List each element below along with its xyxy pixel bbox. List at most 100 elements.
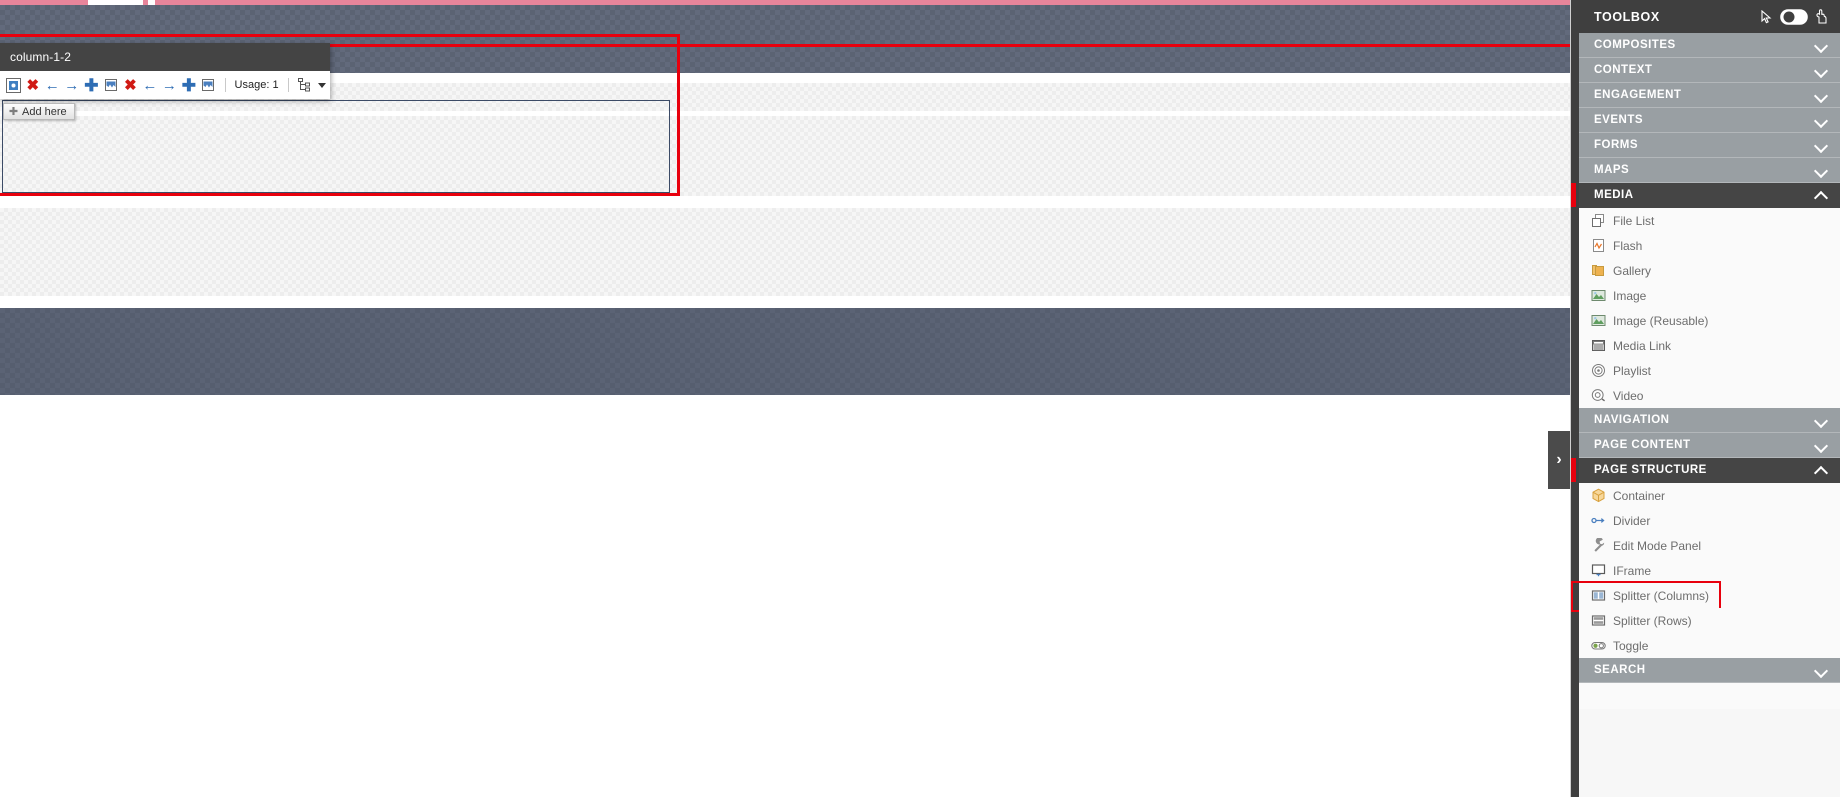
toolbox-item-splitter-rows[interactable]: Splitter (Rows) bbox=[1579, 608, 1840, 633]
toolbox-item-flash[interactable]: Flash bbox=[1579, 233, 1840, 258]
component-title: column-1-2 bbox=[0, 43, 330, 71]
toolbox-item-iframe[interactable]: IFrame bbox=[1579, 558, 1840, 583]
paste-parent-icon[interactable] bbox=[199, 75, 218, 96]
splitter-rows-icon bbox=[1589, 613, 1607, 629]
component-action-toolbar[interactable]: ✖ ← → ✚ ✖ ← → ✚ Usage: 1 bbox=[0, 71, 330, 99]
toolbox-item-image[interactable]: Image bbox=[1579, 283, 1840, 308]
chevron-down-icon[interactable] bbox=[1815, 64, 1828, 77]
move-parent-right-icon[interactable]: → bbox=[160, 75, 179, 96]
toolbox-item-label: Gallery bbox=[1613, 263, 1652, 278]
canvas-empty-area bbox=[0, 395, 1570, 797]
image-icon bbox=[1589, 313, 1607, 329]
toolbox-group-media[interactable]: MEDIA bbox=[1571, 183, 1840, 208]
toggle-icon bbox=[1589, 638, 1607, 654]
toolbox-group-label: PAGE STRUCTURE bbox=[1594, 464, 1707, 476]
toolbar-divider-2 bbox=[287, 78, 289, 92]
toolbox-item-label: Image bbox=[1613, 288, 1647, 303]
toolbox-item-label: Flash bbox=[1613, 238, 1643, 253]
move-parent-left-icon[interactable]: ← bbox=[141, 75, 160, 96]
tree-icon[interactable] bbox=[295, 75, 314, 96]
gallery-icon bbox=[1589, 263, 1607, 279]
toolbox-scroll-rail[interactable] bbox=[1571, 33, 1579, 797]
toolbox-item-image-reusable[interactable]: Image (Reusable) bbox=[1579, 308, 1840, 333]
canvas-gap-3 bbox=[0, 196, 1570, 208]
toolbox-item-toggle[interactable]: Toggle bbox=[1579, 633, 1840, 658]
toolbox-item-media-link[interactable]: Media Link bbox=[1579, 333, 1840, 358]
properties-icon[interactable] bbox=[4, 75, 23, 96]
toolbox-item-video[interactable]: Video bbox=[1579, 383, 1840, 408]
toolbox-panel[interactable]: TOOLBOX COMPOSITES CONTEXT ENGAGEMENT EV… bbox=[1570, 0, 1840, 797]
canvas-footer-band bbox=[0, 308, 1570, 395]
toolbar-divider-1 bbox=[224, 78, 226, 92]
media-link-icon bbox=[1589, 338, 1607, 354]
toolbox-group-search[interactable]: SEARCH bbox=[1579, 658, 1840, 683]
cursor-icon[interactable] bbox=[1761, 9, 1773, 24]
chevron-down-icon[interactable] bbox=[1815, 439, 1828, 452]
toolbox-group-navigation[interactable]: NAVIGATION bbox=[1579, 408, 1840, 433]
chevron-down-icon[interactable] bbox=[1815, 139, 1828, 152]
add-here-button[interactable]: ✚ Add here bbox=[3, 103, 75, 120]
toolbox-group-composites[interactable]: COMPOSITES bbox=[1579, 33, 1840, 58]
toolbox-item-splitter-columns[interactable]: Splitter (Columns) bbox=[1571, 581, 1840, 612]
toolbox-item-label: Video bbox=[1613, 388, 1644, 403]
move-left-icon[interactable]: ← bbox=[43, 75, 62, 96]
toolbox-group-label: EVENTS bbox=[1594, 114, 1644, 126]
sparkle-icon: ✚ bbox=[8, 106, 19, 118]
toolbox-group-forms[interactable]: FORMS bbox=[1579, 133, 1840, 158]
toolbox-group-engagement[interactable]: ENGAGEMENT bbox=[1579, 83, 1840, 108]
chevron-down-icon[interactable] bbox=[1815, 164, 1828, 177]
toolbox-group-context[interactable]: CONTEXT bbox=[1579, 58, 1840, 83]
hand-icon[interactable] bbox=[1815, 9, 1828, 24]
toolbox-header: TOOLBOX bbox=[1571, 0, 1840, 33]
toolbox-item-label: Edit Mode Panel bbox=[1613, 538, 1702, 553]
page-canvas[interactable]: column-1-2 ✖ ← → ✚ ✖ ← → ✚ Usage: 1 ✚ Ad… bbox=[0, 0, 1570, 797]
toolbox-group-label: SEARCH bbox=[1594, 664, 1646, 676]
toolbox-item-label: Toggle bbox=[1613, 638, 1649, 653]
page-editor-screen: column-1-2 ✖ ← → ✚ ✖ ← → ✚ Usage: 1 ✚ Ad… bbox=[0, 0, 1840, 797]
toolbox-item-label: Splitter (Rows) bbox=[1613, 613, 1692, 628]
toolbox-group-label: CONTEXT bbox=[1594, 64, 1653, 76]
wrench-icon bbox=[1589, 538, 1607, 554]
file-list-icon bbox=[1589, 213, 1607, 229]
chevron-down-icon[interactable] bbox=[1815, 664, 1828, 677]
add-parent-icon[interactable]: ✚ bbox=[180, 75, 199, 96]
chevron-down-icon[interactable] bbox=[1815, 89, 1828, 102]
toolbox-item-file-list[interactable]: File List bbox=[1579, 208, 1840, 233]
collapse-panel-handle[interactable]: › bbox=[1548, 431, 1570, 489]
move-right-icon[interactable]: → bbox=[63, 75, 82, 96]
toolbox-item-label: Divider bbox=[1613, 513, 1651, 528]
toolbox-group-label: FORMS bbox=[1594, 139, 1639, 151]
toolbox-group-page-structure[interactable]: PAGE STRUCTURE bbox=[1571, 458, 1840, 483]
toolbox-group-events[interactable]: EVENTS bbox=[1579, 108, 1840, 133]
toolbox-bottom-filler bbox=[1579, 683, 1840, 709]
chevron-down-icon[interactable] bbox=[1815, 39, 1828, 52]
usage-count: Usage: 1 bbox=[234, 79, 279, 91]
splitter-columns-icon bbox=[1589, 588, 1607, 604]
toolbox-item-gallery[interactable]: Gallery bbox=[1579, 258, 1840, 283]
chevron-down-icon[interactable] bbox=[1815, 114, 1828, 127]
toolbox-item-container[interactable]: Container bbox=[1579, 483, 1840, 508]
toolbox-item-divider[interactable]: Divider bbox=[1579, 508, 1840, 533]
component-toolbar-popup[interactable]: column-1-2 ✖ ← → ✚ ✖ ← → ✚ Usage: 1 bbox=[0, 43, 330, 99]
toolbox-item-label: Container bbox=[1613, 488, 1666, 503]
toolbox-group-maps[interactable]: MAPS bbox=[1579, 158, 1840, 183]
paste-icon[interactable] bbox=[102, 75, 121, 96]
delete-parent-icon[interactable]: ✖ bbox=[121, 75, 140, 96]
toggle-switch-icon[interactable] bbox=[1780, 8, 1808, 25]
chevron-down-icon[interactable] bbox=[317, 82, 326, 88]
iframe-icon bbox=[1589, 563, 1607, 579]
toolbox-item-edit-mode-panel[interactable]: Edit Mode Panel bbox=[1579, 533, 1840, 558]
canvas-header-band bbox=[0, 5, 1570, 45]
chevron-down-icon[interactable] bbox=[1815, 414, 1828, 427]
flash-icon bbox=[1589, 238, 1607, 254]
add-icon[interactable]: ✚ bbox=[82, 75, 101, 96]
chevron-up-icon[interactable] bbox=[1815, 464, 1828, 477]
toolbox-item-label: Image (Reusable) bbox=[1613, 313, 1709, 328]
chevron-up-icon[interactable] bbox=[1815, 189, 1828, 202]
toolbox-item-playlist[interactable]: Playlist bbox=[1579, 358, 1840, 383]
toolbox-group-page-content[interactable]: PAGE CONTENT bbox=[1579, 433, 1840, 458]
nested-column-placeholder[interactable] bbox=[2, 100, 670, 193]
delete-icon[interactable]: ✖ bbox=[24, 75, 43, 96]
toolbox-item-label: Media Link bbox=[1613, 338, 1672, 353]
toolbox-item-label: IFrame bbox=[1613, 563, 1652, 578]
